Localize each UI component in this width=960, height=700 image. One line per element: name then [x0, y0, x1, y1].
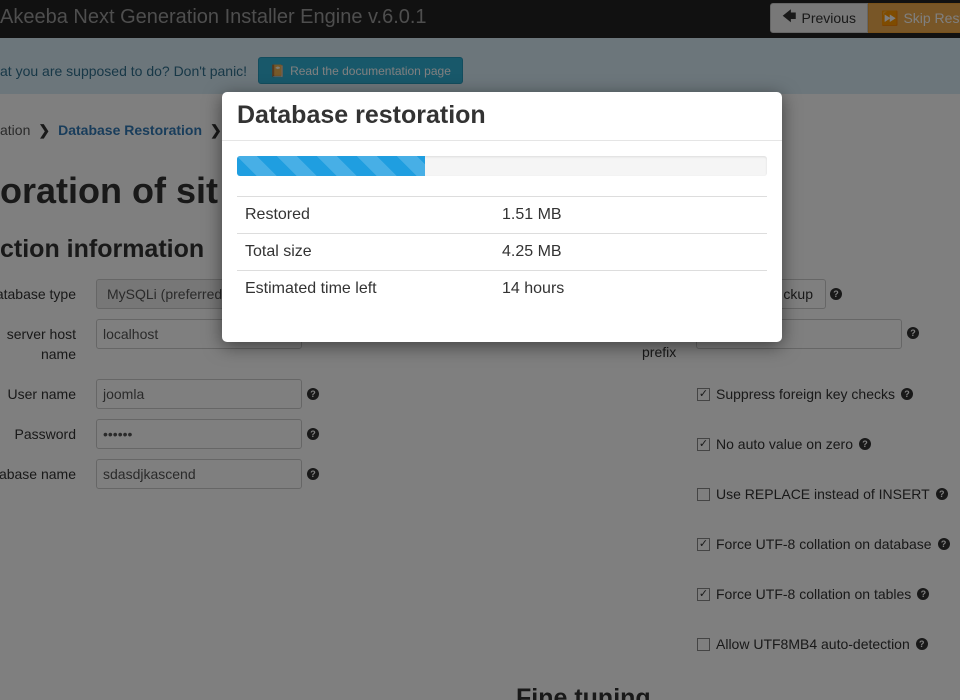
- progress-bar-fill: [237, 156, 426, 176]
- table-row: Estimated time left 14 hours: [237, 270, 767, 307]
- table-row: Restored 1.51 MB: [237, 196, 767, 234]
- restoration-stats-table: Restored 1.51 MB Total size 4.25 MB Esti…: [237, 196, 767, 307]
- stat-label: Restored: [237, 196, 494, 234]
- modal-title: Database restoration: [237, 101, 486, 129]
- restoration-progress: [237, 156, 767, 176]
- modal-header: Database restoration: [222, 92, 782, 141]
- stat-value: 1.51 MB: [494, 196, 767, 234]
- stat-label: Estimated time left: [237, 270, 494, 307]
- stat-value: 14 hours: [494, 270, 767, 307]
- stat-label: Total size: [237, 233, 494, 271]
- database-restoration-modal: Database restoration Restored 1.51 MB To…: [222, 92, 782, 342]
- stat-value: 4.25 MB: [494, 233, 767, 271]
- installer-page: Akeeba Next Generation Installer Engine …: [0, 0, 960, 700]
- table-row: Total size 4.25 MB: [237, 233, 767, 271]
